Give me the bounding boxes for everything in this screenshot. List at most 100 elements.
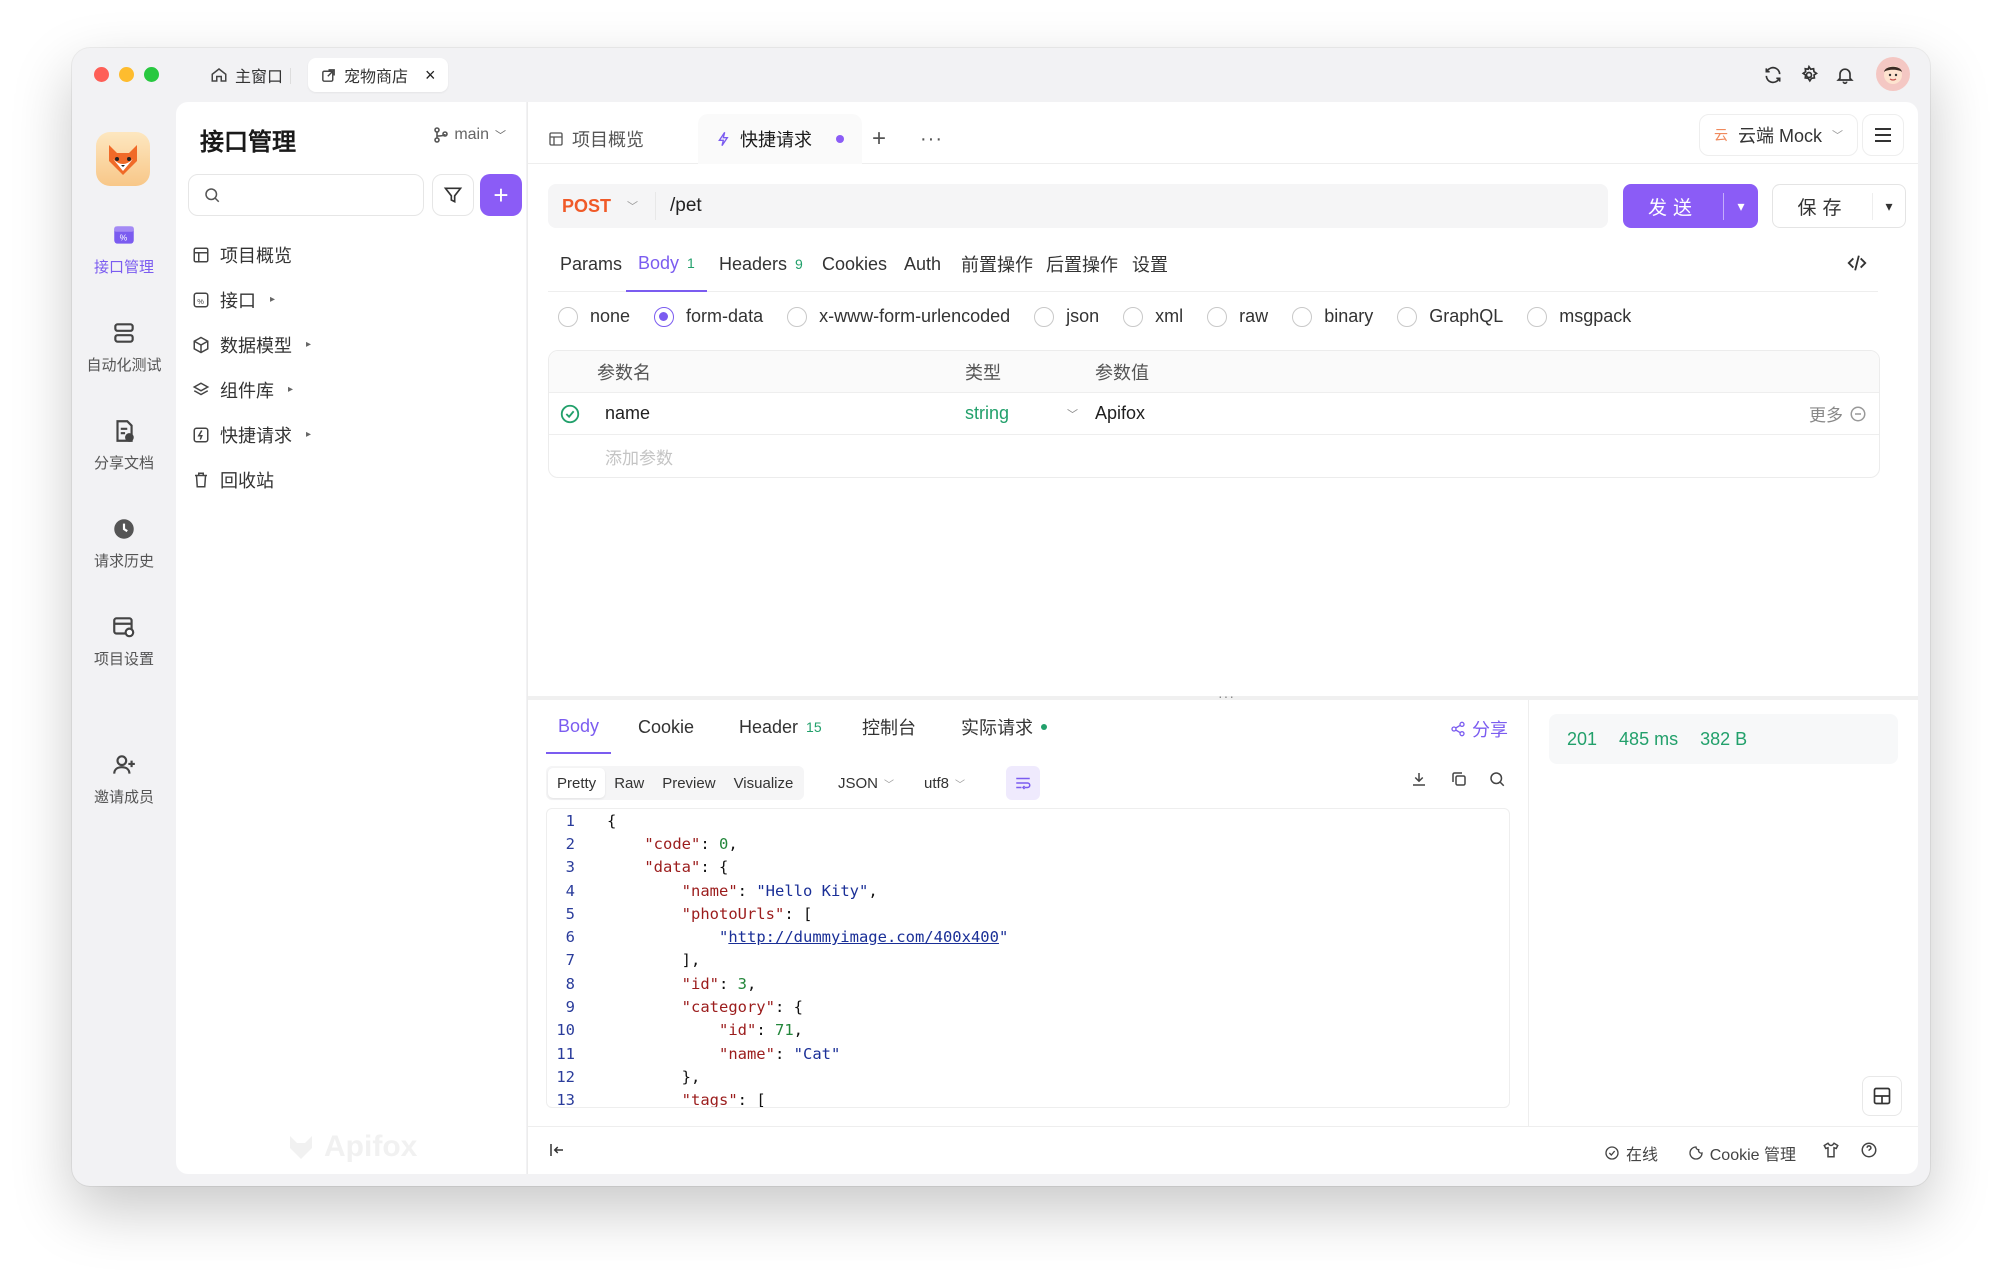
response-tab-console[interactable]: 控制台 bbox=[862, 700, 916, 754]
nav-automated-testing[interactable]: 自动化测试 bbox=[72, 320, 176, 375]
tab-headers[interactable]: Headers 9 bbox=[719, 236, 803, 292]
minimize-window-button[interactable] bbox=[119, 67, 134, 82]
remove-param-icon[interactable] bbox=[1849, 405, 1867, 423]
send-dropdown-chevron-icon[interactable]: ▾ bbox=[1724, 198, 1758, 215]
online-status[interactable]: 在线 bbox=[1604, 1141, 1658, 1165]
body-type-json[interactable]: json bbox=[1034, 306, 1099, 327]
param-type-select[interactable]: string bbox=[965, 403, 1009, 424]
nav-request-history[interactable]: 请求历史 bbox=[72, 516, 176, 571]
tree-item-overview[interactable]: 项目概览 bbox=[192, 232, 510, 277]
nav-project-settings[interactable]: 项目设置 bbox=[72, 614, 176, 669]
add-new-button[interactable]: + bbox=[480, 174, 522, 216]
line-number: 4 bbox=[565, 881, 575, 900]
encoding-select[interactable]: utf8 ﹀ bbox=[924, 766, 965, 800]
body-type-binary[interactable]: binary bbox=[1292, 306, 1373, 327]
param-value-field[interactable]: Apifox bbox=[1095, 403, 1145, 424]
cookie-manager-button[interactable]: Cookie 管理 bbox=[1688, 1141, 1796, 1165]
share-button[interactable]: 分享 bbox=[1450, 716, 1508, 742]
response-tab-cookie[interactable]: Cookie bbox=[638, 700, 694, 754]
notification-bell-icon[interactable] bbox=[1832, 62, 1858, 88]
tab-pet-store[interactable]: 宠物商店 × bbox=[308, 58, 448, 92]
download-icon[interactable] bbox=[1410, 770, 1428, 788]
layout-toggle-button[interactable] bbox=[1862, 1076, 1902, 1116]
body-type-urlencoded[interactable]: x-www-form-urlencoded bbox=[787, 306, 1010, 327]
tree-item-data-models[interactable]: 数据模型 ▸ bbox=[192, 322, 510, 367]
search-input[interactable] bbox=[229, 186, 428, 204]
response-tab-header[interactable]: Header 15 bbox=[739, 700, 822, 754]
hamburger-menu-button[interactable] bbox=[1862, 114, 1904, 156]
nav-label: 请求历史 bbox=[93, 553, 154, 570]
tab-params[interactable]: Params bbox=[560, 236, 622, 292]
user-avatar[interactable] bbox=[1876, 57, 1910, 91]
save-dropdown-chevron-icon[interactable]: ▾ bbox=[1873, 198, 1905, 215]
tab-post-processors[interactable]: 后置操作 bbox=[1046, 236, 1118, 292]
param-name-field[interactable]: name bbox=[605, 403, 650, 424]
close-window-button[interactable] bbox=[94, 67, 109, 82]
format-select[interactable]: JSON ﹀ bbox=[838, 766, 894, 800]
tree-item-recycle-bin[interactable]: 回收站 bbox=[192, 457, 510, 502]
nav-invite-members[interactable]: 邀请成员 bbox=[72, 752, 176, 807]
branch-selector[interactable]: main ﹀ bbox=[434, 126, 506, 144]
tree-item-components[interactable]: 组件库 ▸ bbox=[192, 367, 510, 412]
view-visualize[interactable]: Visualize bbox=[725, 768, 803, 798]
filter-button[interactable] bbox=[432, 174, 474, 216]
word-wrap-toggle[interactable] bbox=[1006, 766, 1040, 800]
tree-item-apis[interactable]: % 接口 ▸ bbox=[192, 277, 510, 322]
more-tabs-icon[interactable]: ··· bbox=[920, 114, 943, 164]
code-generate-icon[interactable] bbox=[1846, 252, 1868, 274]
caret-right-icon[interactable]: ▸ bbox=[306, 339, 311, 350]
body-type-graphql[interactable]: GraphQL bbox=[1397, 306, 1503, 327]
nav-share-docs[interactable]: 分享文档 bbox=[72, 418, 176, 473]
cloud-mock-selector[interactable]: 云 云端 Mock ﹀ bbox=[1698, 114, 1858, 156]
method-selector[interactable]: POST ﹀ bbox=[548, 192, 656, 220]
settings-gear-icon[interactable] bbox=[1796, 62, 1822, 88]
body-type-form-data[interactable]: form-data bbox=[654, 306, 763, 327]
caret-right-icon[interactable]: ▸ bbox=[270, 294, 275, 305]
tab-quick-request[interactable]: 快捷请求 bbox=[698, 114, 862, 164]
zoom-window-button[interactable] bbox=[144, 67, 159, 82]
search-icon[interactable] bbox=[1488, 770, 1506, 788]
tab-pre-processors[interactable]: 前置操作 bbox=[961, 236, 1033, 292]
left-nav-rail: % 接口管理 自动化测试 分享文档 请求历史 项目设置 邀请成员 bbox=[72, 102, 176, 1186]
sync-icon[interactable] bbox=[1760, 62, 1786, 88]
body-type-raw[interactable]: raw bbox=[1207, 306, 1268, 327]
copy-icon[interactable] bbox=[1450, 770, 1468, 788]
tab-auth[interactable]: Auth bbox=[904, 236, 941, 292]
caret-right-icon[interactable]: ▸ bbox=[288, 384, 293, 395]
collapse-sidebar-icon[interactable] bbox=[548, 1141, 566, 1159]
view-raw[interactable]: Raw bbox=[605, 768, 653, 798]
body-type-none[interactable]: none bbox=[558, 306, 630, 327]
request-url-bar: POST ﹀ /pet bbox=[548, 184, 1608, 228]
new-tab-plus-icon[interactable]: + bbox=[872, 114, 886, 164]
tab-settings[interactable]: 设置 bbox=[1132, 236, 1168, 292]
view-preview[interactable]: Preview bbox=[653, 768, 724, 798]
tab-body[interactable]: Body 1 bbox=[626, 236, 707, 292]
tab-project-overview[interactable]: 项目概览 bbox=[548, 114, 644, 164]
more-options-link[interactable]: 更多 bbox=[1809, 401, 1843, 426]
body-type-xml[interactable]: xml bbox=[1123, 306, 1183, 327]
chevron-down-icon[interactable]: ﹀ bbox=[1067, 406, 1078, 422]
response-tab-body[interactable]: Body bbox=[546, 700, 612, 754]
code-line: 11 "name": "Cat" bbox=[547, 1042, 1509, 1065]
view-pretty[interactable]: Pretty bbox=[548, 768, 606, 798]
tab-cookies[interactable]: Cookies bbox=[822, 236, 887, 292]
response-tab-actual-request[interactable]: 实际请求 bbox=[961, 700, 1047, 754]
add-param-row[interactable]: 添加参数 bbox=[549, 435, 1879, 477]
nav-api-management[interactable]: % 接口管理 bbox=[72, 222, 176, 277]
save-button[interactable]: 保存 ▾ bbox=[1772, 184, 1906, 228]
sidebar-search[interactable] bbox=[188, 174, 428, 216]
url-input[interactable]: /pet bbox=[656, 195, 1608, 217]
tree-item-quick-requests[interactable]: 快捷请求 ▸ bbox=[192, 412, 510, 457]
unsaved-dot bbox=[836, 135, 844, 143]
add-param-placeholder[interactable]: 添加参数 bbox=[605, 444, 673, 469]
caret-right-icon[interactable]: ▸ bbox=[306, 429, 311, 440]
enabled-check-icon[interactable] bbox=[559, 403, 581, 425]
help-question-icon[interactable] bbox=[1860, 1141, 1878, 1159]
response-code-viewer[interactable]: 1{2 "code": 0, 3 "data": {4 "name": "Hell… bbox=[546, 808, 1510, 1108]
send-button[interactable]: 发送 ▾ bbox=[1623, 184, 1758, 228]
request-tabs-bar: 项目概览 快捷请求 + ··· 云 云端 Mock ﹀ bbox=[528, 102, 1918, 164]
close-tab-icon[interactable]: × bbox=[425, 65, 436, 86]
tshirt-theme-icon[interactable] bbox=[1822, 1141, 1840, 1159]
body-type-msgpack[interactable]: msgpack bbox=[1527, 306, 1631, 327]
tab-main-window[interactable]: 主窗口 bbox=[198, 58, 295, 92]
